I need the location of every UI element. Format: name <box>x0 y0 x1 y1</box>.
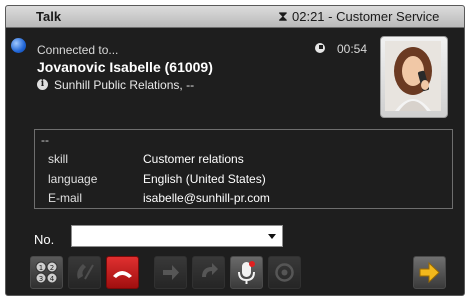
talk-window: Talk ⧗ 02:21 - Customer Service Connecte… <box>5 5 465 296</box>
hang-up-icon <box>113 271 132 278</box>
caller-company: Sunhill Public Relations, -- <box>54 78 195 92</box>
chevron-down-icon[interactable] <box>268 234 276 239</box>
dialpad-button[interactable]: 1 2 3 4 <box>30 256 63 289</box>
number-label: No. <box>34 232 55 247</box>
phone-pickup-icon <box>77 264 94 280</box>
title-bar: Talk ⧗ 02:21 - Customer Service <box>6 6 464 28</box>
details-header: -- <box>41 133 49 147</box>
call-timer: 00:54 <box>337 42 368 56</box>
call-status-indicator <box>11 38 26 53</box>
transfer-button[interactable] <box>154 256 187 289</box>
conference-icon <box>275 263 294 282</box>
clock-icon <box>315 43 325 53</box>
dialpad-icon: 1 2 3 4 <box>35 261 58 284</box>
transfer-arrow-icon <box>163 265 179 280</box>
microphone-mute-icon <box>238 261 255 284</box>
mute-button[interactable] <box>230 256 263 289</box>
detail-label-email: E-mail <box>48 191 83 205</box>
next-arrow-icon <box>419 261 440 284</box>
detail-value-email: isabelle@sunhill-pr.com <box>143 191 270 205</box>
svg-text:3: 3 <box>39 275 43 283</box>
window-title: Talk <box>36 9 62 24</box>
detail-value-language: English (United States) <box>143 172 266 186</box>
info-icon: i <box>37 79 48 90</box>
number-combobox[interactable] <box>71 225 283 247</box>
caller-details-panel: -- skill Customer relations language Eng… <box>34 129 453 209</box>
detail-label-language: language <box>48 172 98 186</box>
hourglass-icon: ⧗ <box>278 8 288 24</box>
caller-avatar-picture <box>385 41 441 111</box>
next-button[interactable] <box>413 256 446 289</box>
caller-name: Jovanovic Isabelle (61009) <box>37 59 213 75</box>
detail-value-skill: Customer relations <box>143 152 244 166</box>
hang-up-button[interactable] <box>106 256 139 289</box>
svg-text:1: 1 <box>39 264 43 272</box>
forward-button[interactable] <box>192 256 225 289</box>
connection-status: Connected to... <box>37 43 119 57</box>
svg-text:4: 4 <box>50 275 55 283</box>
svg-text:2: 2 <box>50 264 54 272</box>
caller-photo <box>380 36 448 118</box>
queue-status: 02:21 - Customer Service <box>292 9 440 24</box>
forward-icon <box>202 263 218 277</box>
answer-call-button[interactable] <box>68 256 101 289</box>
conference-button[interactable] <box>268 256 301 289</box>
detail-label-skill: skill <box>48 152 68 166</box>
